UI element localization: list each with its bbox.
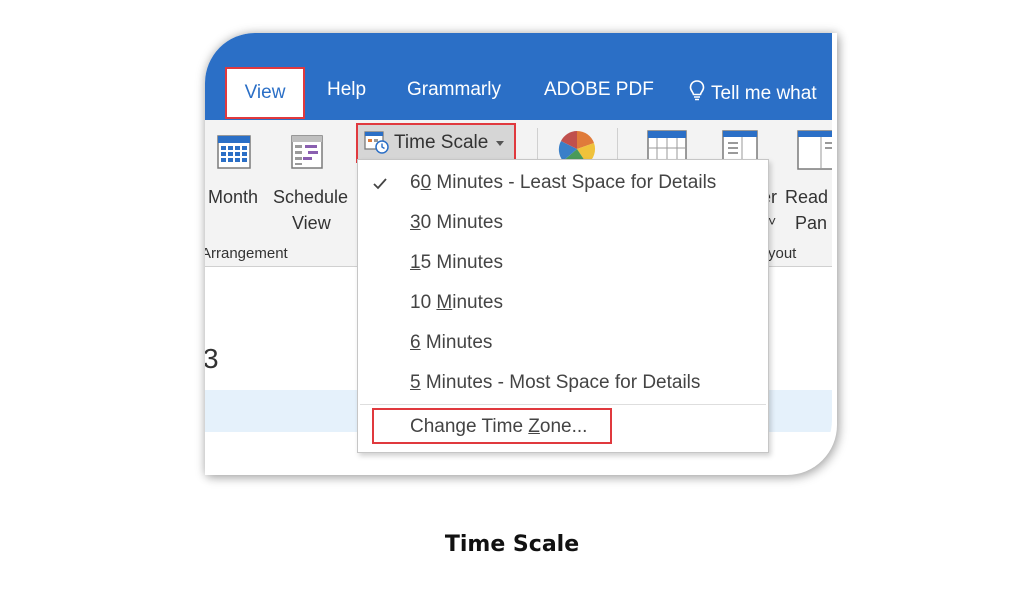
month-button-label[interactable]: Month <box>208 187 258 208</box>
menu-item-text: one... <box>539 416 588 437</box>
chevron-down-icon <box>496 140 505 146</box>
menu-item-60-minutes[interactable]: 60 Minutes - Least Space for Details <box>410 172 716 194</box>
to-do-bar-icon[interactable] <box>797 130 832 170</box>
layout-dropdown-arrow[interactable]: ˅ <box>768 213 776 229</box>
month-calendar-icon[interactable] <box>217 135 251 169</box>
arrangement-group-label: Arrangement <box>205 245 288 262</box>
tab-grammarly-label: Grammarly <box>407 79 501 100</box>
menu-item-6-minutes[interactable]: 6 Minutes <box>410 332 492 354</box>
menu-item-text: inutes <box>452 292 503 313</box>
tell-me-search[interactable]: Tell me what <box>689 79 817 105</box>
time-scale-icon <box>364 131 389 154</box>
menu-separator <box>360 404 766 405</box>
schedule-view-icon[interactable] <box>291 135 323 169</box>
reading-pane-label-2[interactable]: Pan <box>795 213 827 234</box>
tab-help[interactable]: Help <box>327 79 366 101</box>
menu-item-10-minutes[interactable]: 10 Minutes <box>410 292 503 314</box>
calendar-date-fragment: 3 <box>205 343 219 374</box>
ribbon-tab-bar: View Help Grammarly ADOBE PDF Tell me wh… <box>205 33 832 120</box>
figure-caption: Time Scale <box>444 532 580 557</box>
menu-item-text: Change Time <box>410 416 529 437</box>
menu-item-text: 5 Minutes <box>420 252 503 273</box>
menu-item-text: Minutes - Least Space for Details <box>431 172 717 193</box>
menu-item-text: Minutes - Most Space for Details <box>420 372 701 393</box>
schedule-view-label-1[interactable]: Schedule <box>273 187 348 208</box>
schedule-view-label-2[interactable]: View <box>292 213 331 234</box>
lightbulb-icon <box>689 80 705 101</box>
menu-item-accel: 6 <box>410 332 421 353</box>
menu-item-accel: 3 <box>410 212 421 233</box>
menu-item-text: Minutes <box>420 332 493 353</box>
menu-item-15-minutes[interactable]: 15 Minutes <box>410 252 503 274</box>
tab-view[interactable]: View <box>225 67 305 119</box>
time-scale-button[interactable]: Time Scale <box>356 123 516 163</box>
menu-item-accel: 0 <box>420 172 432 193</box>
menu-item-accel: Z <box>528 416 540 437</box>
time-scale-label: Time Scale <box>394 132 489 153</box>
menu-item-30-minutes[interactable]: 30 Minutes <box>410 212 503 234</box>
time-scale-dropdown-menu: 60 Minutes - Least Space for Details 30 … <box>357 159 769 453</box>
menu-item-text: 10 <box>410 292 437 313</box>
menu-item-accel: 5 <box>410 372 421 393</box>
menu-item-text: 6 <box>410 172 421 193</box>
tell-me-label: Tell me what <box>711 83 817 104</box>
tab-adobe-pdf[interactable]: ADOBE PDF <box>544 79 654 101</box>
menu-item-5-minutes[interactable]: 5 Minutes - Most Space for Details <box>410 372 700 394</box>
menu-item-text: 0 Minutes <box>420 212 503 233</box>
menu-item-change-time-zone[interactable]: Change Time Zone... <box>410 416 587 438</box>
tab-view-label: View <box>244 82 286 103</box>
checkmark-icon <box>373 178 387 190</box>
menu-item-accel: M <box>436 292 453 313</box>
reading-pane-label-1[interactable]: Read <box>785 187 828 208</box>
tab-grammarly[interactable]: Grammarly <box>407 79 501 101</box>
tab-adobe-pdf-label: ADOBE PDF <box>544 79 654 100</box>
screenshot-frame: View Help Grammarly ADOBE PDF Tell me wh… <box>205 33 832 470</box>
tab-help-label: Help <box>327 79 367 100</box>
menu-item-accel: 1 <box>410 252 421 273</box>
layout-group-label: yout <box>768 245 797 262</box>
